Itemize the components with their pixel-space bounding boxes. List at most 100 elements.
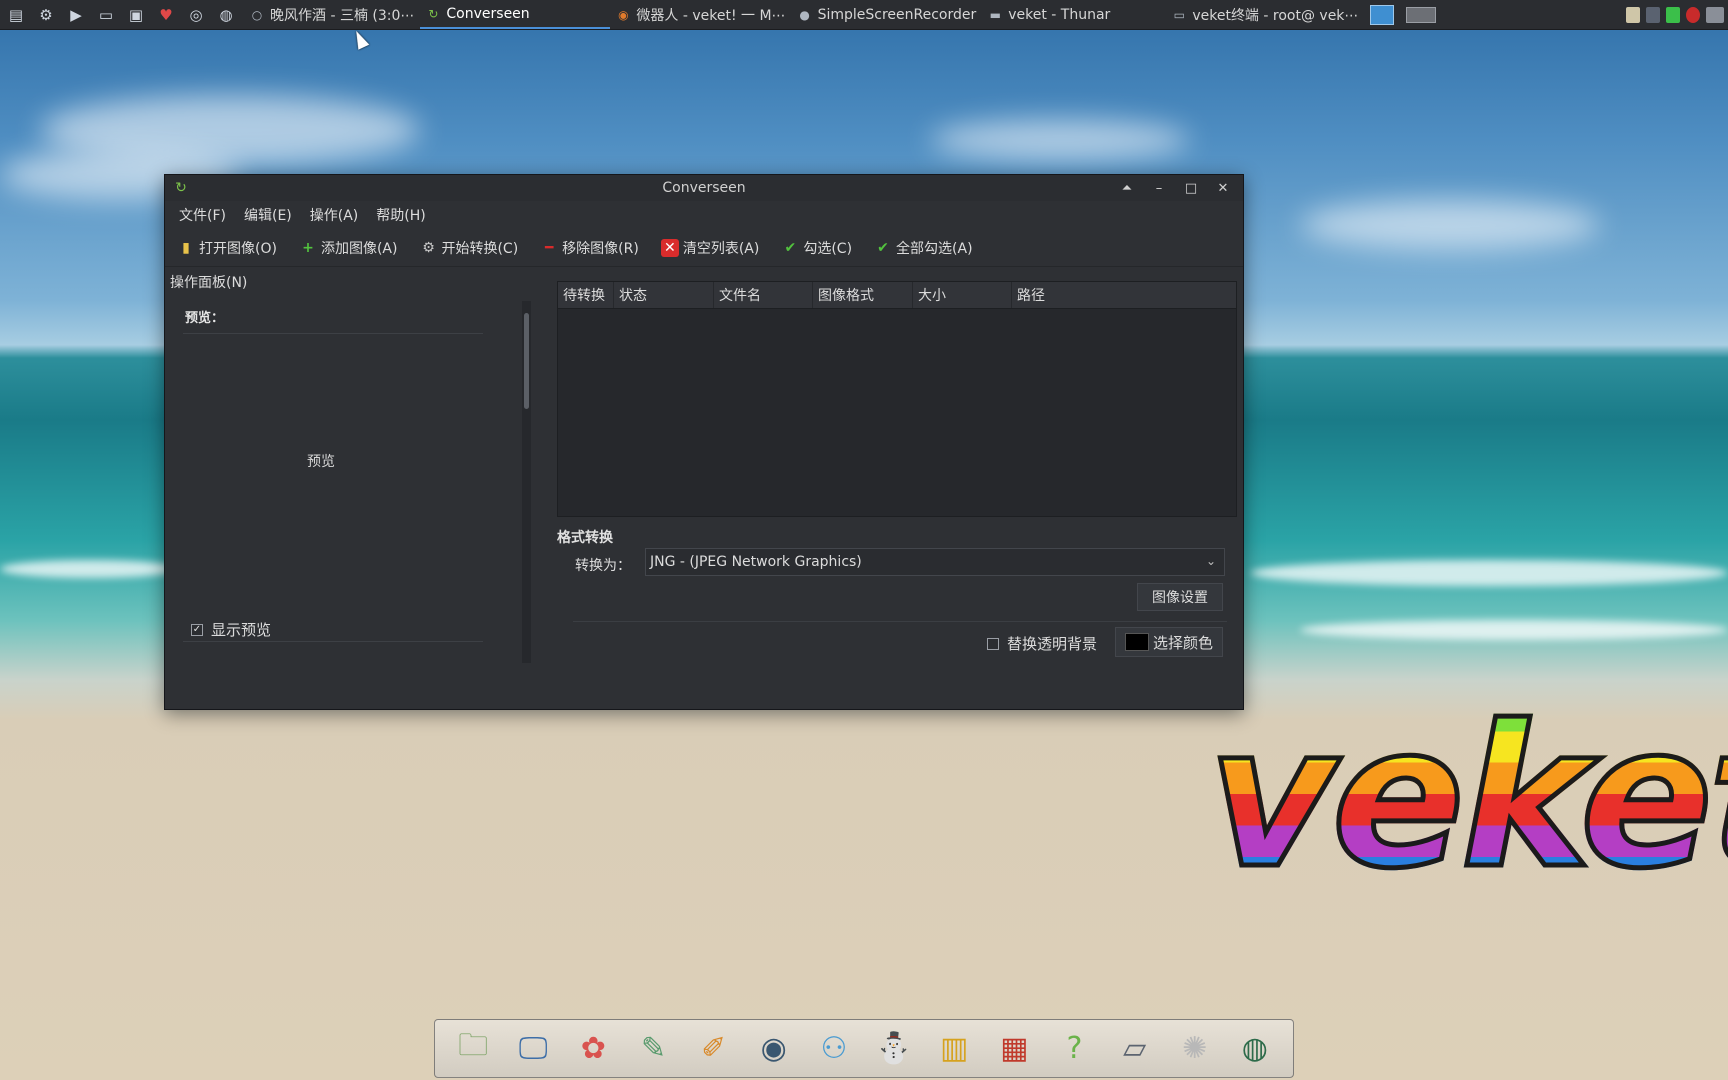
start-convert-label: 开始转换(C) [441, 240, 519, 257]
image-list-table[interactable]: 待转换 状态 文件名 图像格式 大小 路径 [557, 281, 1237, 517]
shade-button[interactable]: ⏶ [1113, 177, 1141, 199]
paint-icon[interactable]: ✐ [690, 1025, 738, 1073]
column-header-format[interactable]: 图像格式 [813, 282, 913, 308]
close-button[interactable]: ✕ [1209, 177, 1237, 199]
cloud [1300, 200, 1600, 250]
menu-file[interactable]: 文件(F) [179, 205, 226, 225]
column-header-size[interactable]: 大小 [913, 282, 1012, 308]
cloud [930, 120, 1190, 160]
pick-color-label: 选择颜色 [1152, 633, 1213, 652]
task-terminal[interactable]: ▭ veket终端 - root@ vek⋯ [1166, 1, 1364, 29]
browser-icon[interactable]: ◎ [184, 4, 208, 26]
checkbox-unchecked-icon[interactable] [987, 637, 999, 650]
record-icon[interactable] [1686, 6, 1700, 23]
table-header: 待转换 状态 文件名 图像格式 大小 路径 [558, 282, 1236, 309]
folder-icon[interactable]: 🗀 [449, 1025, 497, 1073]
scanner-icon[interactable]: ▱ [1111, 1025, 1159, 1073]
show-preview-label: 显示预览 [211, 621, 272, 639]
replace-transparent-checkbox[interactable]: 替换透明背景 [987, 633, 1097, 654]
wave [1250, 560, 1728, 586]
task-thunar[interactable]: ▬ veket - Thunar [982, 1, 1116, 29]
add-image-button[interactable]: + 添加图像(A) [299, 238, 398, 258]
task-label: veket终端 - root@ vek⋯ [1192, 7, 1359, 24]
preview-area: 预览： 预览 ✓ 显示预览 [171, 301, 505, 642]
menu-action[interactable]: 操作(A) [310, 205, 359, 225]
chart-icon[interactable]: ▦ [990, 1025, 1038, 1073]
clear-list-label: 清空列表(A) [682, 240, 760, 257]
open-image-label: 打开图像(O) [199, 240, 277, 257]
window-controls: ⏶ – □ ✕ [1113, 177, 1237, 199]
system-monitor-icon[interactable]: ▤ [4, 4, 28, 26]
notebook-icon[interactable]: ▥ [930, 1025, 978, 1073]
remove-image-label: 移除图像(R) [562, 240, 639, 257]
column-header-path[interactable]: 路径 [1012, 282, 1234, 308]
editor-icon[interactable]: ✎ [629, 1025, 677, 1073]
help-icon[interactable]: ? [1050, 1025, 1098, 1073]
window-titlebar[interactable]: ↻ Converseen ⏶ – □ ✕ [165, 175, 1243, 201]
task-converseen[interactable]: ↻ Converseen [420, 1, 611, 29]
minimize-button[interactable]: – [1145, 177, 1173, 199]
column-header-pending[interactable]: 待转换 [558, 282, 614, 308]
battery-icon[interactable] [1666, 6, 1680, 23]
mascot-icon[interactable]: ✿ [569, 1025, 617, 1073]
clipboard-icon[interactable] [1626, 6, 1640, 23]
play-icon[interactable]: ▶ [64, 4, 88, 26]
window-title: Converseen [662, 180, 746, 196]
start-convert-button[interactable]: ⚙ 开始转换(C) [419, 238, 518, 258]
check-all-button[interactable]: ✔ 全部勾选(A) [874, 238, 973, 258]
panel-scrollbar[interactable] [522, 301, 531, 663]
divider [573, 621, 1227, 622]
column-header-filename[interactable]: 文件名 [714, 282, 813, 308]
divider [183, 333, 483, 334]
show-preview-checkbox[interactable]: ✓ 显示预览 [191, 619, 271, 640]
check-button[interactable]: ✔ 勾选(C) [781, 238, 852, 258]
keyboard-icon[interactable] [1706, 6, 1724, 23]
task-screen-recorder[interactable]: ● SimpleScreenRecorder [792, 1, 983, 29]
scrollbar-thumb[interactable] [524, 313, 529, 409]
settings-icon[interactable]: ⚙ [34, 4, 58, 26]
terminal-icon[interactable]: ▭ [94, 4, 118, 26]
format-dropdown[interactable]: JNG - (JPEG Network Graphics) ⌄ [645, 548, 1225, 576]
taskbar: ▤ ⚙ ▶ ▭ ▣ ♥ ◎ ◍ ○ 晚风作酒 - 三楠 (3:0⋯ ↻ Conv… [0, 0, 1728, 30]
terminal-icon: ▭ [1173, 7, 1185, 22]
monitor-icon[interactable]: 🖵 [509, 1025, 557, 1073]
color-swatch [1124, 633, 1149, 651]
replace-transparent-label: 替换透明背景 [1007, 635, 1098, 653]
system-tray [1626, 6, 1728, 23]
desktop-switcher[interactable] [1364, 1, 1442, 29]
network-icon[interactable] [1646, 6, 1660, 23]
network-icon[interactable]: ⚇ [810, 1025, 858, 1073]
checkbox-checked-icon[interactable]: ✓ [191, 623, 203, 636]
bottom-dock: 🗀 🖵 ✿ ✎ ✐ ◉ ⚇ ⛄ ▥ ▦ ? ▱ ✺ ◍ [434, 1019, 1294, 1078]
globe-icon[interactable]: ◍ [214, 4, 238, 26]
printer-icon[interactable]: ▣ [124, 4, 148, 26]
menu-help[interactable]: 帮助(H) [376, 205, 425, 225]
image-settings-button[interactable]: 图像设置 [1137, 583, 1223, 611]
task-music-player[interactable]: ○ 晚风作酒 - 三楠 (3:0⋯ [244, 1, 420, 29]
clear-list-button[interactable]: ✕ 清空列表(A) [660, 238, 760, 258]
disc-icon[interactable]: ◉ [750, 1025, 798, 1073]
preview-placeholder: 预览 [307, 454, 335, 470]
open-image-button[interactable]: ▮ 打开图像(O) [177, 238, 277, 258]
heart-icon[interactable]: ♥ [154, 4, 178, 26]
check-all-label: 全部勾选(A) [896, 240, 973, 257]
globe-icon[interactable]: ◍ [1231, 1025, 1279, 1073]
wave [1300, 620, 1728, 640]
pick-color-button[interactable]: 选择颜色 [1115, 627, 1223, 657]
task-label: SimpleScreenRecorder [817, 6, 977, 23]
penguin-icon[interactable]: ⛄ [870, 1025, 918, 1073]
add-image-label: 添加图像(A) [320, 240, 398, 257]
column-header-status[interactable]: 状态 [614, 282, 714, 308]
firefox-icon: ◉ [618, 7, 629, 22]
wave [0, 560, 180, 578]
quick-launchers: ▤ ⚙ ▶ ▭ ▣ ♥ ◎ ◍ [0, 4, 238, 26]
task-label: Converseen [446, 5, 530, 22]
remove-image-button[interactable]: ━ 移除图像(R) [540, 238, 639, 258]
preview-heading: 预览： [185, 311, 225, 326]
maximize-button[interactable]: □ [1177, 177, 1205, 199]
convert-to-label: 转换为： [575, 558, 631, 574]
settings-icon[interactable]: ✺ [1171, 1025, 1219, 1073]
task-firefox[interactable]: ◉ 微器人 - veket! 一 M⋯ [610, 1, 791, 29]
menu-edit[interactable]: 编辑(E) [244, 205, 292, 225]
workspace-1-icon [1370, 4, 1395, 25]
